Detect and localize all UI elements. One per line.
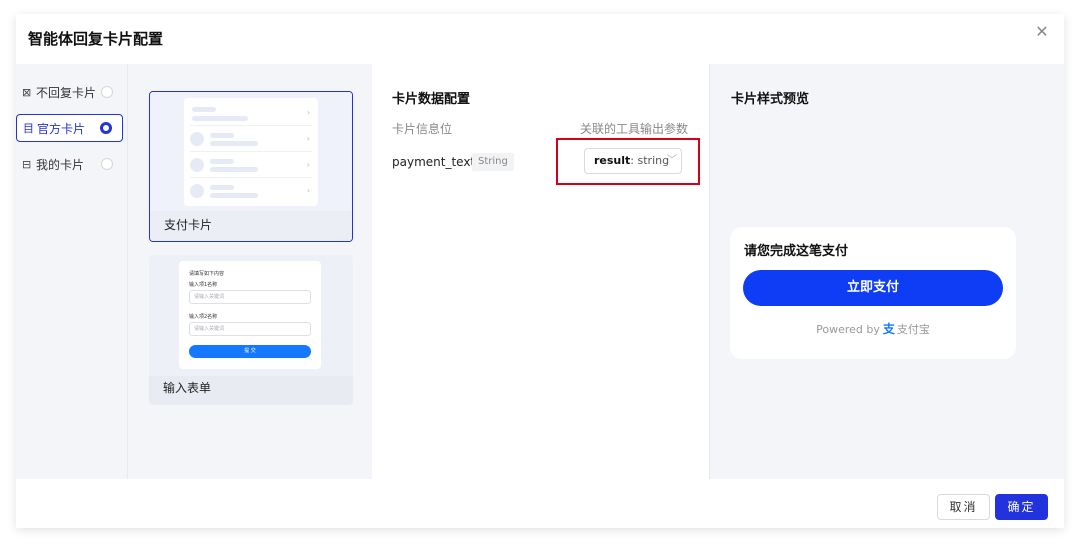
close-icon[interactable]: ✕ [1032, 22, 1052, 42]
card-style-preview-panel: 卡片样式预览 请您完成这笔支付 立即支付 Powered by 支支付宝 [710, 64, 1064, 479]
chevron-right-icon: › [306, 186, 310, 195]
form-submit-button: 提 交 [189, 345, 311, 358]
form-card-thumbnail: 请填写如下内容 输入项1名称 请输入关键词 输入项2名称 请输入关键词 提 交 [149, 255, 353, 376]
dialog-footer: 取消 确定 [16, 479, 1064, 528]
radio-button[interactable] [101, 86, 113, 98]
param-key: result [594, 154, 631, 167]
menu-item-official-card[interactable]: 目 官方卡片 [16, 114, 123, 142]
list-preview: › › › › [184, 98, 318, 206]
list-item: › [190, 154, 312, 178]
form-heading: 请填写如下内容 [189, 271, 225, 277]
payment-card-preview: 请您完成这笔支付 立即支付 Powered by 支支付宝 [730, 227, 1016, 359]
form-field-label: 输入项1名称 [189, 282, 218, 288]
alipay-icon: 支 [882, 322, 895, 336]
brand-name: 支付宝 [896, 323, 930, 336]
confirm-button[interactable]: 确定 [995, 494, 1048, 520]
menu-item-no-card[interactable]: ⊠ 不回复卡片 [16, 78, 123, 106]
pay-title: 请您完成这笔支付 [744, 244, 849, 259]
chevron-right-icon: › [306, 160, 310, 169]
col-header-param: 关联的工具输出参数 [580, 122, 689, 136]
no-card-icon: ⊠ [22, 85, 32, 99]
type-tag: String [472, 153, 514, 171]
dialog-body: ⊠ 不回复卡片 目 官方卡片 ⊟ 我的卡片 › › › › 支付卡片 请填写如下… [16, 64, 1064, 479]
form-field-label: 输入项2名称 [189, 314, 218, 320]
field-name: payment_text [392, 155, 476, 169]
dialog-title: 智能体回复卡片配置 [28, 30, 164, 48]
radio-button-selected[interactable] [100, 122, 112, 134]
card-data-config-panel: 卡片数据配置 卡片信息位 关联的工具输出参数 payment_text Stri… [372, 64, 710, 479]
card-template-input-form[interactable]: 请填写如下内容 输入项1名称 请输入关键词 输入项2名称 请输入关键词 提 交 … [149, 255, 353, 405]
cancel-button[interactable]: 取消 [937, 494, 990, 520]
param-type: : string [630, 154, 670, 167]
list-item: › [190, 128, 312, 152]
menu-item-label: 官方卡片 [37, 121, 86, 136]
form-preview: 请填写如下内容 输入项1名称 请输入关键词 输入项2名称 请输入关键词 提 交 [179, 261, 321, 369]
card-name: 支付卡片 [164, 218, 213, 232]
pay-now-button[interactable]: 立即支付 [743, 270, 1003, 306]
card-name: 输入表单 [163, 381, 212, 395]
list-item: › [190, 180, 312, 204]
config-title: 卡片数据配置 [392, 92, 471, 107]
card-template-list: › › › › 支付卡片 请填写如下内容 输入项1名称 请输入关键词 输入项2名… [128, 64, 372, 479]
payment-card-thumbnail: › › › › [150, 92, 352, 213]
powered-by-text: Powered by [816, 323, 880, 336]
chevron-right-icon: › [306, 108, 310, 117]
card-template-payment[interactable]: › › › › 支付卡片 [149, 91, 353, 242]
col-header-field: 卡片信息位 [392, 122, 453, 136]
list-item: › [190, 102, 312, 126]
tool-output-param-select[interactable]: result: string ﹀ [584, 148, 682, 174]
preview-title: 卡片样式预览 [731, 92, 810, 107]
menu-item-my-card[interactable]: ⊟ 我的卡片 [16, 150, 123, 178]
official-card-icon: 目 [23, 122, 34, 135]
powered-by: Powered by 支支付宝 [730, 320, 1016, 337]
card-config-dialog: 智能体回复卡片配置 ✕ ⊠ 不回复卡片 目 官方卡片 ⊟ 我的卡片 › › › … [16, 14, 1064, 528]
my-card-icon: ⊟ [22, 157, 32, 171]
menu-item-label: 我的卡片 [36, 157, 85, 172]
card-category-menu: ⊠ 不回复卡片 目 官方卡片 ⊟ 我的卡片 [16, 64, 128, 479]
chevron-down-icon: ﹀ [667, 155, 677, 166]
form-field-input: 请输入关键词 [189, 290, 311, 304]
menu-item-label: 不回复卡片 [36, 85, 97, 100]
radio-button[interactable] [101, 158, 113, 170]
form-field-input: 请输入关键词 [189, 322, 311, 336]
chevron-right-icon: › [306, 134, 310, 143]
